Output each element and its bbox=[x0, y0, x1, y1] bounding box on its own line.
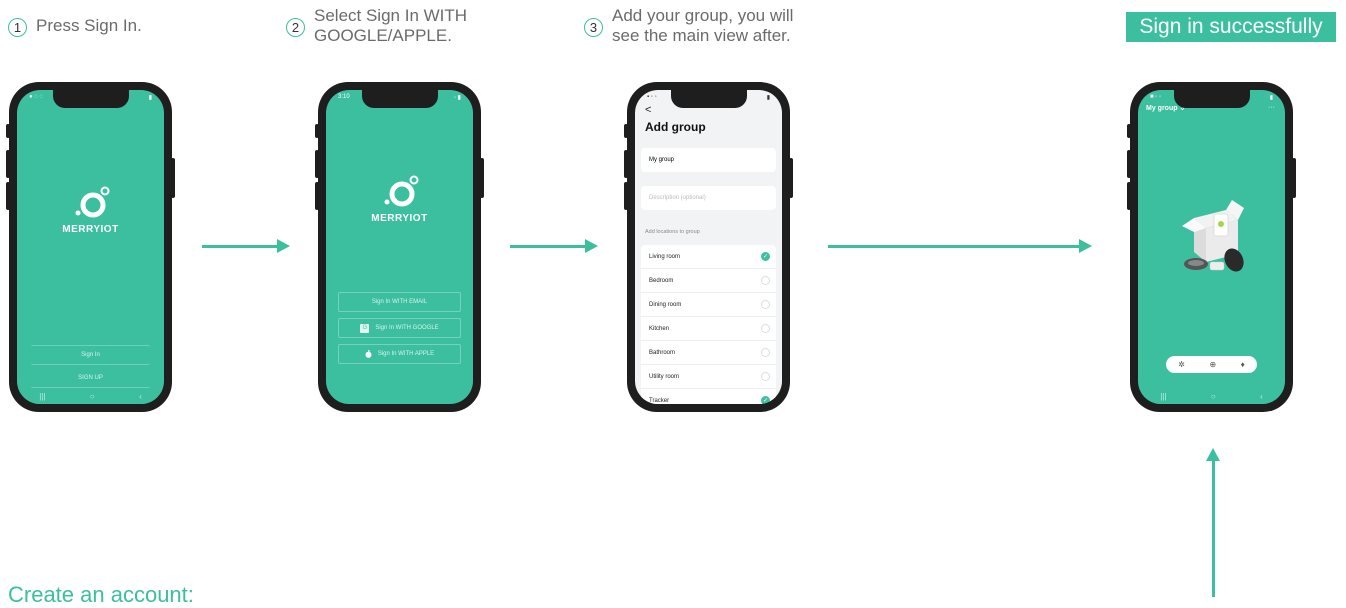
input-value: My group bbox=[649, 157, 675, 163]
location-label: Bedroom bbox=[649, 277, 674, 284]
section-label: Add locations to group bbox=[645, 229, 700, 235]
android-navbar: ||| ○ ‹ bbox=[17, 388, 164, 404]
description-input[interactable]: Description (optional) bbox=[641, 186, 776, 210]
sign-up-button[interactable]: SIGN UP bbox=[31, 369, 150, 388]
unchecked-icon[interactable] bbox=[761, 372, 770, 381]
step-2: 2 Select Sign In WITH GOOGLE/APPLE. bbox=[286, 6, 467, 46]
location-row[interactable]: Kitchen bbox=[641, 317, 776, 341]
phone-sign-in-options: 3:10 ◦ ▮ MERRYIOT Sign In WITH EMAIL G Si… bbox=[315, 82, 484, 412]
step-number: 2 bbox=[286, 18, 305, 37]
button-label: Sign In WITH GOOGLE bbox=[375, 325, 439, 331]
location-label: Kitchen bbox=[649, 325, 670, 332]
apple-icon bbox=[365, 350, 372, 358]
location-label: Utility room bbox=[649, 373, 680, 380]
logo-mark-icon bbox=[384, 175, 418, 207]
bottom-toolbar: ✲ ⊕ ♦ bbox=[1166, 356, 1257, 373]
step-text: Select Sign In WITH GOOGLE/APPLE. bbox=[314, 6, 468, 45]
brand-name: MERRYIOT bbox=[371, 213, 428, 224]
bell-icon[interactable]: ♦ bbox=[1241, 360, 1245, 369]
google-icon: G bbox=[360, 323, 370, 333]
logo-mark-icon bbox=[75, 186, 109, 218]
location-row[interactable]: Bathroom bbox=[641, 341, 776, 365]
step-text: Add your group, you will see the main vi… bbox=[612, 6, 794, 45]
location-label: Bathroom bbox=[649, 349, 676, 356]
unchecked-icon[interactable] bbox=[761, 348, 770, 357]
step-1: 1 Press Sign In. bbox=[8, 16, 142, 37]
checked-icon[interactable]: ✓ bbox=[761, 252, 770, 261]
step-number: 1 bbox=[8, 18, 27, 37]
flow-arrow bbox=[202, 239, 290, 253]
location-label: Living room bbox=[649, 253, 681, 260]
device-box-illustration bbox=[1182, 200, 1244, 272]
merryiot-logo: MERRYIOT bbox=[17, 185, 164, 235]
location-row[interactable]: Tracker ✓ bbox=[641, 389, 776, 404]
page-title: Add group bbox=[645, 120, 706, 134]
phone-add-group: ▪ ◦ ◦ ▮ < Add group My group Description … bbox=[624, 82, 793, 412]
phone-sign-in: ● ◌ ◌ ▮ MERRYIOT Sign In SIGN UP ||| ○ ‹ bbox=[6, 82, 175, 412]
location-label: Tracker bbox=[649, 397, 670, 404]
input-placeholder: Description (optional) bbox=[649, 195, 706, 201]
step-number: 3 bbox=[584, 18, 603, 37]
create-account-label: Create an account: bbox=[8, 582, 194, 607]
location-label: Dining room bbox=[649, 301, 682, 308]
android-navbar: ||| ○ ‹ bbox=[1138, 388, 1285, 404]
success-label: Sign in successfully bbox=[1126, 12, 1336, 42]
back-icon[interactable]: ‹ bbox=[139, 392, 142, 401]
group-name-input[interactable]: My group bbox=[641, 148, 776, 172]
unchecked-icon[interactable] bbox=[761, 276, 770, 285]
flow-arrow-up bbox=[1206, 448, 1220, 597]
sign-in-email-button[interactable]: Sign In WITH EMAIL bbox=[338, 292, 461, 312]
flow-arrow bbox=[828, 239, 1092, 253]
location-row[interactable]: Utility room bbox=[641, 365, 776, 389]
step-3: 3 Add your group, you will see the main … bbox=[584, 6, 793, 46]
location-list: Living room ✓ Bedroom Dining room Kitchen Bat… bbox=[641, 245, 776, 404]
unchecked-icon[interactable] bbox=[761, 324, 770, 333]
back-icon[interactable]: < bbox=[645, 104, 651, 116]
home-icon[interactable]: ○ bbox=[90, 392, 95, 401]
phone-main-view: ■ ◦ ◦ ▮ My group ⌄ ··· ✲ ⊕ ♦ ||| ○ ‹ bbox=[1127, 82, 1296, 412]
status-time: 3:10 bbox=[338, 94, 350, 100]
unchecked-icon[interactable] bbox=[761, 300, 770, 309]
brand-name: MERRYIOT bbox=[62, 224, 119, 235]
flow-arrow bbox=[510, 239, 598, 253]
checked-icon[interactable]: ✓ bbox=[761, 396, 770, 404]
plus-circle-icon[interactable]: ⊕ bbox=[1209, 360, 1216, 369]
gear-icon[interactable]: ✲ bbox=[1178, 360, 1185, 369]
step-text: Press Sign In. bbox=[36, 16, 142, 35]
home-icon[interactable]: ○ bbox=[1211, 392, 1216, 401]
more-icon[interactable]: ··· bbox=[1268, 104, 1275, 111]
sign-in-apple-button[interactable]: Sign In WITH APPLE bbox=[338, 344, 461, 364]
button-label: Sign In WITH APPLE bbox=[377, 351, 435, 357]
recents-icon[interactable]: ||| bbox=[39, 392, 45, 401]
location-row[interactable]: Dining room bbox=[641, 293, 776, 317]
recents-icon[interactable]: ||| bbox=[1160, 392, 1166, 401]
merryiot-logo: MERRYIOT bbox=[326, 174, 473, 224]
location-row[interactable]: Bedroom bbox=[641, 269, 776, 293]
sign-in-google-button[interactable]: G Sign In WITH GOOGLE bbox=[338, 318, 461, 338]
location-row[interactable]: Living room ✓ bbox=[641, 245, 776, 269]
button-label: Sign In WITH EMAIL bbox=[371, 299, 428, 305]
sign-in-button[interactable]: Sign In bbox=[31, 345, 150, 365]
back-icon[interactable]: ‹ bbox=[1260, 392, 1263, 401]
